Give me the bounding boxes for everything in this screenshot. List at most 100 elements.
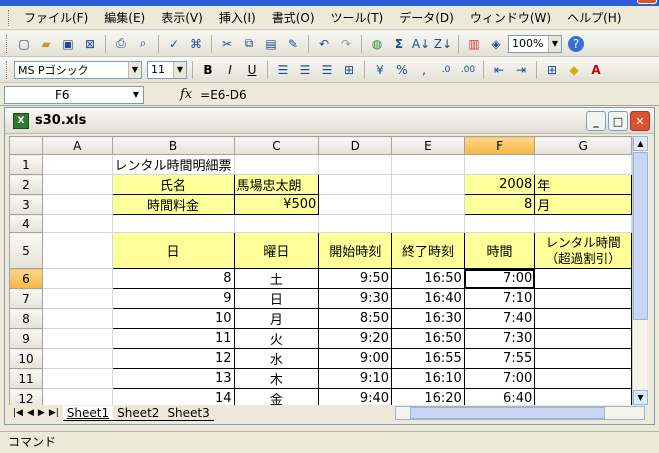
cell-c7[interactable]: 日 (233, 288, 320, 309)
cell-g12[interactable] (534, 388, 632, 405)
cell-e10[interactable]: 16:55 (391, 348, 465, 369)
name-box[interactable]: F6 ▼ (4, 85, 144, 104)
cell-d12[interactable]: 9:40 (318, 388, 393, 405)
cell-f1[interactable] (463, 154, 536, 175)
row-header-8[interactable]: 8 (9, 308, 43, 329)
cell-a9[interactable] (41, 328, 113, 349)
cell-c12[interactable]: 金 (233, 388, 320, 405)
cell-e7[interactable]: 16:40 (391, 288, 465, 309)
permission-icon[interactable]: ⊠ (80, 34, 100, 54)
cell-f3[interactable]: 8 (463, 194, 536, 215)
row-header-9[interactable]: 9 (9, 328, 43, 349)
cell-c4[interactable] (233, 214, 320, 233)
cell-a10[interactable] (41, 348, 113, 369)
row-header-11[interactable]: 11 (9, 368, 43, 389)
autosum-icon[interactable]: Σ (389, 34, 409, 54)
cell-c1[interactable] (233, 154, 320, 175)
cell-g7[interactable] (534, 288, 632, 309)
cell-a1[interactable] (41, 154, 113, 175)
hyperlink-icon[interactable]: ◍ (367, 34, 387, 54)
cell-g9[interactable] (534, 328, 632, 349)
cell-a11[interactable] (41, 368, 113, 389)
menu-window[interactable]: ウィンドウ(W) (462, 8, 559, 28)
cell-c8[interactable]: 月 (233, 308, 320, 329)
cell-b10[interactable]: 12 (111, 348, 235, 369)
menu-tools[interactable]: ツール(T) (323, 8, 392, 28)
cell-a3[interactable] (41, 194, 113, 215)
cell-b6[interactable]: 8 (111, 268, 235, 289)
cell-d8[interactable]: 8:50 (318, 308, 393, 329)
borders-icon[interactable]: ⊞ (542, 60, 562, 80)
paste-icon[interactable]: ▤ (261, 34, 281, 54)
menu-help[interactable]: ヘルプ(H) (559, 8, 629, 28)
cell-e3[interactable] (391, 194, 465, 215)
cell-b7[interactable]: 9 (111, 288, 235, 309)
merge-center-icon[interactable]: ⊞ (339, 60, 359, 80)
menu-file[interactable]: ファイル(F) (16, 8, 96, 28)
cut-icon[interactable]: ✂ (217, 34, 237, 54)
scroll-thumb[interactable] (633, 152, 648, 320)
menu-edit[interactable]: 編集(E) (96, 8, 153, 28)
row-header-2[interactable]: 2 (9, 174, 43, 195)
row-header-7[interactable]: 7 (9, 288, 43, 309)
cell-c5[interactable]: 曜日 (233, 232, 320, 269)
cell-g5[interactable]: レンタル時間（超過割引） (534, 232, 632, 269)
close-button[interactable]: ✕ (630, 111, 650, 131)
cell-a2[interactable] (41, 174, 113, 195)
maximize-button[interactable]: □ (608, 111, 628, 131)
cell-d10[interactable]: 9:00 (318, 348, 393, 369)
cell-f5[interactable]: 時間 (463, 232, 536, 269)
cell-c6[interactable]: 土 (233, 268, 320, 289)
undo-icon[interactable]: ↶ (314, 34, 334, 54)
cell-e2[interactable] (391, 174, 465, 195)
cell-d9[interactable]: 9:20 (318, 328, 393, 349)
print-icon[interactable]: ⎙ (111, 34, 131, 54)
cell-c11[interactable]: 木 (233, 368, 320, 389)
column-header-a[interactable]: A (41, 136, 113, 155)
column-header-e[interactable]: E (391, 136, 465, 155)
drawing-icon[interactable]: ◈ (486, 34, 506, 54)
align-right-icon[interactable]: ☰ (317, 60, 337, 80)
cell-b9[interactable]: 11 (111, 328, 235, 349)
cell-d3[interactable] (318, 194, 393, 215)
first-sheet-icon[interactable]: |◀ (13, 408, 23, 418)
decrease-indent-icon[interactable]: ⇤ (489, 60, 509, 80)
percent-icon[interactable]: % (392, 60, 412, 80)
cell-e9[interactable]: 16:50 (391, 328, 465, 349)
cell-d11[interactable]: 9:10 (318, 368, 393, 389)
chart-wizard-icon[interactable]: ▥ (464, 34, 484, 54)
cell-d4[interactable] (318, 214, 393, 233)
cell-a7[interactable] (41, 288, 113, 309)
comma-icon[interactable]: , (414, 60, 434, 80)
fill-color-icon[interactable]: ◆ (564, 60, 584, 80)
row-header-12[interactable]: 12 (9, 388, 43, 405)
copy-icon[interactable]: ⧉ (239, 34, 259, 54)
tab-sheet2[interactable]: Sheet2 (113, 406, 164, 421)
prev-sheet-icon[interactable]: ◀ (27, 408, 34, 418)
cell-b8[interactable]: 10 (111, 308, 235, 329)
scroll-down-icon[interactable]: ▼ (633, 390, 648, 405)
font-select[interactable]: MS Pゴシック ▼ (14, 60, 142, 79)
cell-f8[interactable]: 7:40 (463, 308, 536, 329)
cell-b1[interactable]: レンタル時間明細票 (111, 154, 235, 175)
cell-b12[interactable]: 14 (111, 388, 235, 405)
cell-a6[interactable] (41, 268, 113, 289)
cell-g3[interactable]: 月 (534, 194, 632, 215)
menu-data[interactable]: データ(D) (391, 8, 462, 28)
cell-c9[interactable]: 火 (233, 328, 320, 349)
cell-f6[interactable]: 7:00 (463, 268, 536, 289)
column-header-f[interactable]: F (463, 136, 536, 155)
cell-g10[interactable] (534, 348, 632, 369)
row-header-5[interactable]: 5 (9, 232, 43, 269)
last-sheet-icon[interactable]: ▶| (49, 408, 59, 418)
increase-decimal-icon[interactable]: .0 (436, 60, 456, 80)
vertical-scrollbar[interactable]: ▲ ▼ (632, 136, 648, 405)
cell-d6[interactable]: 9:50 (318, 268, 393, 289)
column-header-g[interactable]: G (534, 136, 632, 155)
cell-e1[interactable] (391, 154, 465, 175)
underline-icon[interactable]: U (242, 60, 262, 80)
column-header-b[interactable]: B (111, 136, 235, 155)
scroll-up-icon[interactable]: ▲ (633, 136, 648, 151)
font-color-icon[interactable]: A (586, 60, 606, 80)
decrease-decimal-icon[interactable]: .00 (458, 60, 478, 80)
